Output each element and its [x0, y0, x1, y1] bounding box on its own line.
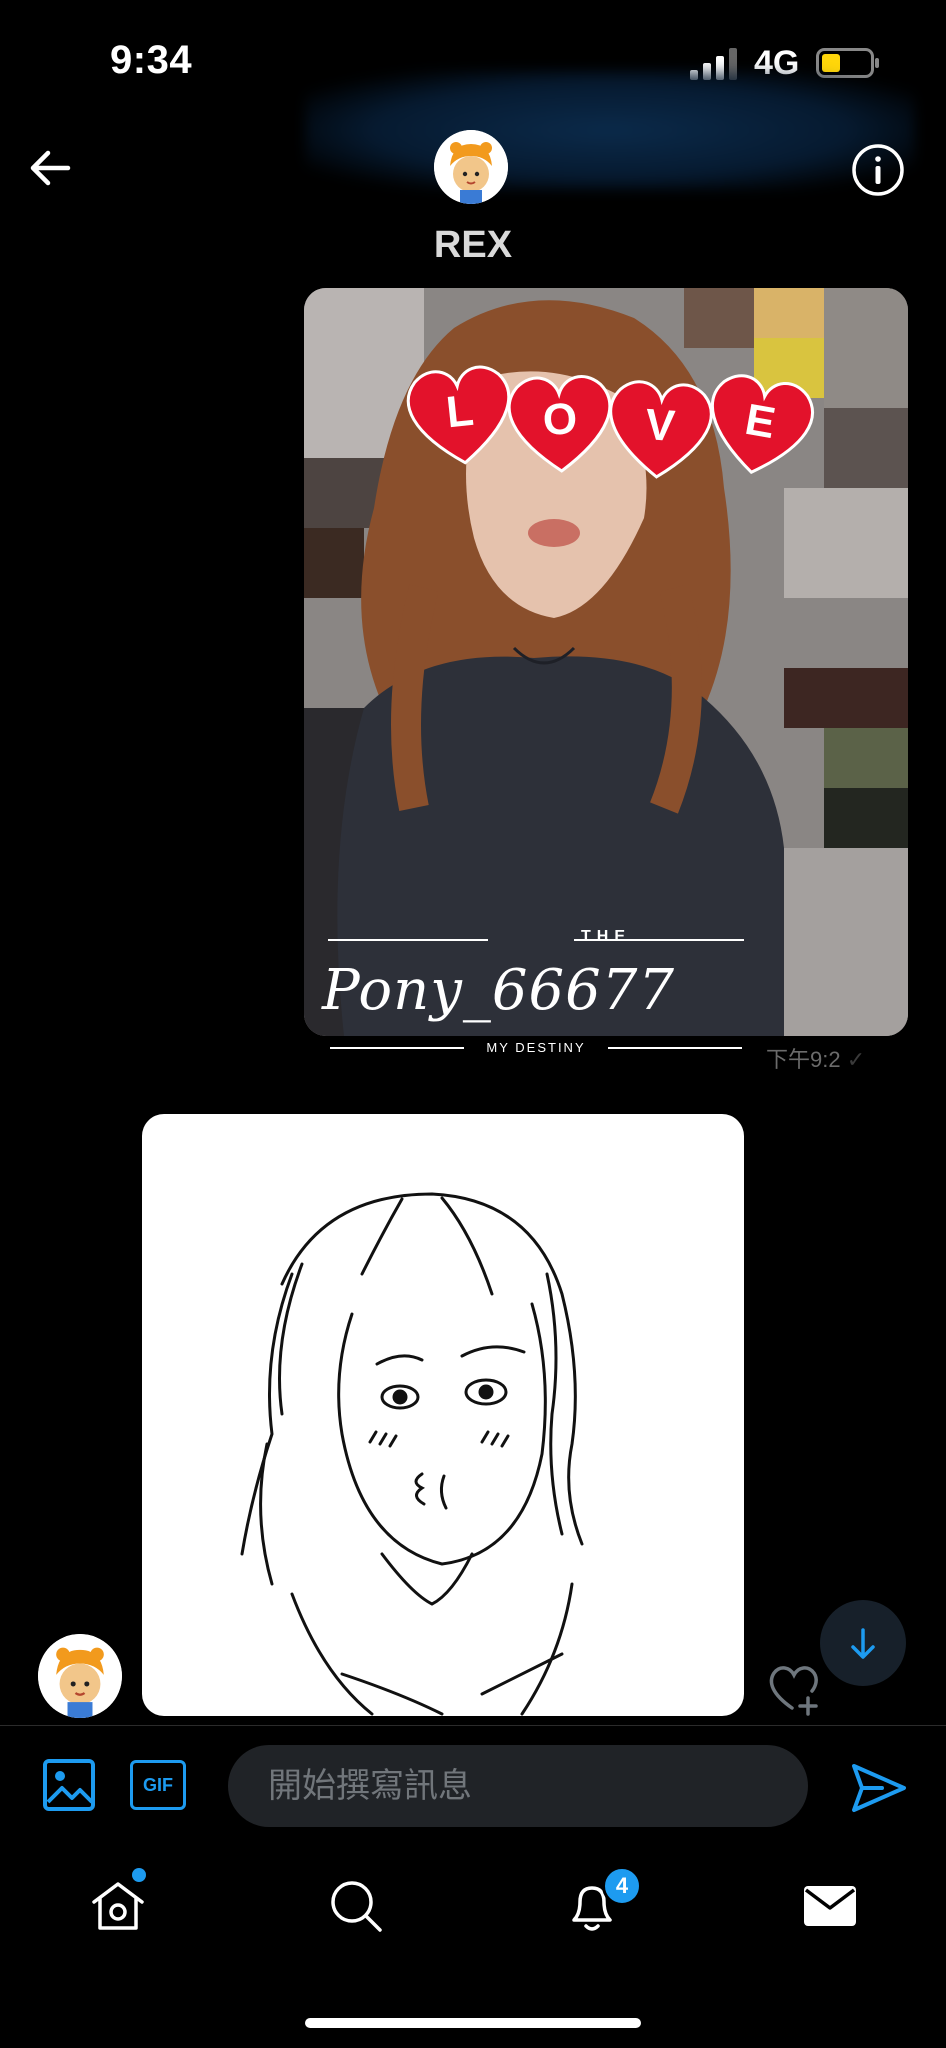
- back-arrow-icon[interactable]: [22, 140, 78, 196]
- avatar[interactable]: [434, 130, 508, 204]
- message-input[interactable]: [228, 1745, 808, 1827]
- photo-caption-the: THE: [581, 928, 631, 945]
- heart-plus-icon[interactable]: [766, 1660, 822, 1716]
- image-icon[interactable]: [42, 1758, 96, 1812]
- cartoon-avatar-icon: [38, 1634, 122, 1718]
- drawing-portrait-icon: [240, 1192, 584, 1716]
- cartoon-avatar-icon: [434, 130, 508, 204]
- header-obscured-area: [305, 70, 915, 190]
- info-icon[interactable]: [850, 142, 906, 198]
- caption-rule-bottom-left: [330, 1047, 464, 1049]
- status-time: 9:34: [110, 38, 193, 82]
- photo-caption-my-destiny: MY DESTINY: [486, 1040, 586, 1055]
- message-timestamp: 下午9:2 ✓: [766, 1047, 866, 1072]
- scroll-to-bottom-button[interactable]: [820, 1600, 906, 1686]
- heart-letter-l: L: [444, 386, 476, 438]
- caption-rule-bottom-right: [608, 1047, 742, 1049]
- home-icon[interactable]: [88, 1876, 148, 1936]
- send-icon[interactable]: [848, 1758, 908, 1818]
- received-drawing-message[interactable]: [142, 1114, 744, 1716]
- sent-photo-message[interactable]: L O V E THE Pony_66677: [304, 288, 908, 1036]
- heart-letter-o: O: [542, 394, 578, 444]
- sender-avatar[interactable]: [38, 1634, 122, 1718]
- home-indicator[interactable]: [305, 2018, 641, 2028]
- envelope-icon[interactable]: [800, 1876, 860, 1936]
- arrow-down-icon: [851, 1628, 875, 1659]
- composer-divider: [0, 1725, 946, 1726]
- love-hearts-sticker: L O V E: [406, 365, 814, 479]
- gif-button[interactable]: GIF: [130, 1760, 186, 1810]
- notifications-badge: 4: [602, 1866, 642, 1906]
- message-input-container[interactable]: [228, 1745, 808, 1827]
- home-unread-dot: [132, 1868, 146, 1882]
- caption-rule-right: [574, 939, 744, 941]
- heart-letter-v: V: [644, 400, 677, 451]
- conversation-title[interactable]: REX: [0, 224, 946, 267]
- search-icon[interactable]: [326, 1876, 386, 1936]
- photo-caption-username: Pony_66677: [322, 958, 675, 1023]
